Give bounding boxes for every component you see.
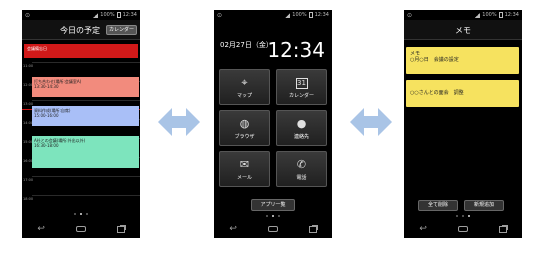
page-title: メモ <box>455 26 471 35</box>
tile-phone[interactable]: ✆ 電話 <box>276 151 327 187</box>
signal-icon <box>285 12 291 18</box>
clock: 12:34 <box>267 38 325 62</box>
battery-percent: 100% <box>100 12 115 18</box>
double-arrow-icon <box>350 108 392 136</box>
contact-icon: ● <box>296 117 307 130</box>
event-time: 16:30-18:00 <box>34 143 59 148</box>
delete-all-button[interactable]: 全て削除 <box>418 200 458 211</box>
event-block[interactable]: A社との会議(場所:外出以外) 16:30-18:00 <box>32 136 139 168</box>
mail-icon: ✉ <box>239 158 250 171</box>
status-bar: ⊙ 100% 12:34 <box>22 10 140 20</box>
hour-line <box>32 62 140 63</box>
navigation-bar: ↩ <box>214 220 332 238</box>
tile-label: 連絡先 <box>293 134 309 140</box>
date-label: 02月27日（金） <box>220 41 273 49</box>
status-bar: ⊙ 100% 12:34 <box>404 10 522 20</box>
recent-apps-icon[interactable] <box>116 225 125 233</box>
back-icon[interactable]: ↩ <box>37 224 45 234</box>
tile-label: メール <box>236 175 252 181</box>
page-indicator <box>214 215 332 217</box>
page-title: 今日の予定 <box>60 26 100 35</box>
double-arrow-icon <box>158 108 200 136</box>
map-icon: ⌖ <box>241 76 248 89</box>
battery-icon <box>308 12 313 18</box>
home-icon[interactable] <box>457 226 468 232</box>
schedule-phone-screen: ⊙ 100% 12:34 今日の予定 カレンダー 会議備忘日 11:00 12:… <box>22 10 140 238</box>
tile-mail[interactable]: ✉ メール <box>219 151 270 187</box>
status-bar: ⊙ 100% 12:34 <box>214 10 332 20</box>
time-label: 11:00 <box>23 64 34 68</box>
status-time: 12:34 <box>504 12 519 18</box>
notification-icon: ⊙ <box>407 12 413 19</box>
tile-label: マップ <box>236 93 252 99</box>
memo-header: メモ <box>404 20 522 40</box>
memo-card[interactable]: メモ ○月○日 会議の設定 <box>406 47 519 74</box>
tile-label: 電話 <box>296 175 307 181</box>
time-label: 17:00 <box>23 178 34 182</box>
all-day-event[interactable]: 会議備忘日 <box>24 44 138 58</box>
notification-icon: ⊙ <box>25 12 31 19</box>
memo-card[interactable]: ○○さんとの面会 調整 <box>406 80 519 107</box>
event-block[interactable]: 資料作成(場所:自席) 15:00-16:00 <box>32 106 139 126</box>
home-icon[interactable] <box>75 226 86 232</box>
hour-line <box>32 100 140 101</box>
schedule-header: 今日の予定 カレンダー <box>22 20 140 40</box>
tile-contacts[interactable]: ● 連絡先 <box>276 110 327 146</box>
event-time: 15:00-16:00 <box>34 113 59 118</box>
phone-icon: ✆ <box>296 158 307 171</box>
battery-icon <box>116 12 121 18</box>
navigation-bar: ↩ <box>404 220 522 238</box>
globe-icon: ◍ <box>239 117 250 130</box>
memo-line: ○月○日 会議の設定 <box>410 57 459 63</box>
home-phone-screen: ⊙ 100% 12:34 02月27日（金） 12:34 ⌖ マップ 31 カレ… <box>214 10 332 238</box>
tile-label: カレンダー <box>288 93 314 99</box>
page-indicator <box>404 215 522 217</box>
home-icon[interactable] <box>267 226 278 232</box>
page-indicator <box>22 213 140 215</box>
tile-browser[interactable]: ◍ ブラウザ <box>219 110 270 146</box>
tile-label: ブラウザ <box>234 134 255 140</box>
battery-icon <box>498 12 503 18</box>
battery-percent: 100% <box>482 12 497 18</box>
calendar-icon: 31 <box>295 78 308 89</box>
new-memo-button[interactable]: 新規追加 <box>464 200 504 211</box>
app-list-button[interactable]: アプリ一覧 <box>251 199 295 211</box>
signal-icon <box>93 12 99 18</box>
status-time: 12:34 <box>314 12 329 18</box>
notification-icon: ⊙ <box>217 12 223 19</box>
battery-percent: 100% <box>292 12 307 18</box>
recent-apps-icon[interactable] <box>308 225 317 233</box>
tile-map[interactable]: ⌖ マップ <box>219 69 270 105</box>
calendar-button[interactable]: カレンダー <box>105 25 137 35</box>
recent-apps-icon[interactable] <box>498 225 507 233</box>
memo-line: ○○さんとの面会 調整 <box>410 90 464 96</box>
back-icon[interactable]: ↩ <box>419 224 427 234</box>
hour-line <box>32 176 140 177</box>
status-time: 12:34 <box>122 12 137 18</box>
hour-line <box>32 195 140 196</box>
event-time: 13:30-14:30 <box>34 84 59 89</box>
time-label: 18:00 <box>23 197 34 201</box>
tile-calendar[interactable]: 31 カレンダー <box>276 69 327 105</box>
back-icon[interactable]: ↩ <box>229 224 237 234</box>
navigation-bar: ↩ <box>22 220 140 238</box>
app-tile-grid: ⌖ マップ 31 カレンダー ◍ ブラウザ ● 連絡先 ✉ メール ✆ 電話 <box>219 69 327 187</box>
event-block[interactable]: 打ち合わせ(場所:会議室A) 13:30-14:30 <box>32 77 139 97</box>
signal-icon <box>475 12 481 18</box>
memo-phone-screen: ⊙ 100% 12:34 メモ メモ ○月○日 会議の設定 ○○さんとの面会 調… <box>404 10 522 238</box>
